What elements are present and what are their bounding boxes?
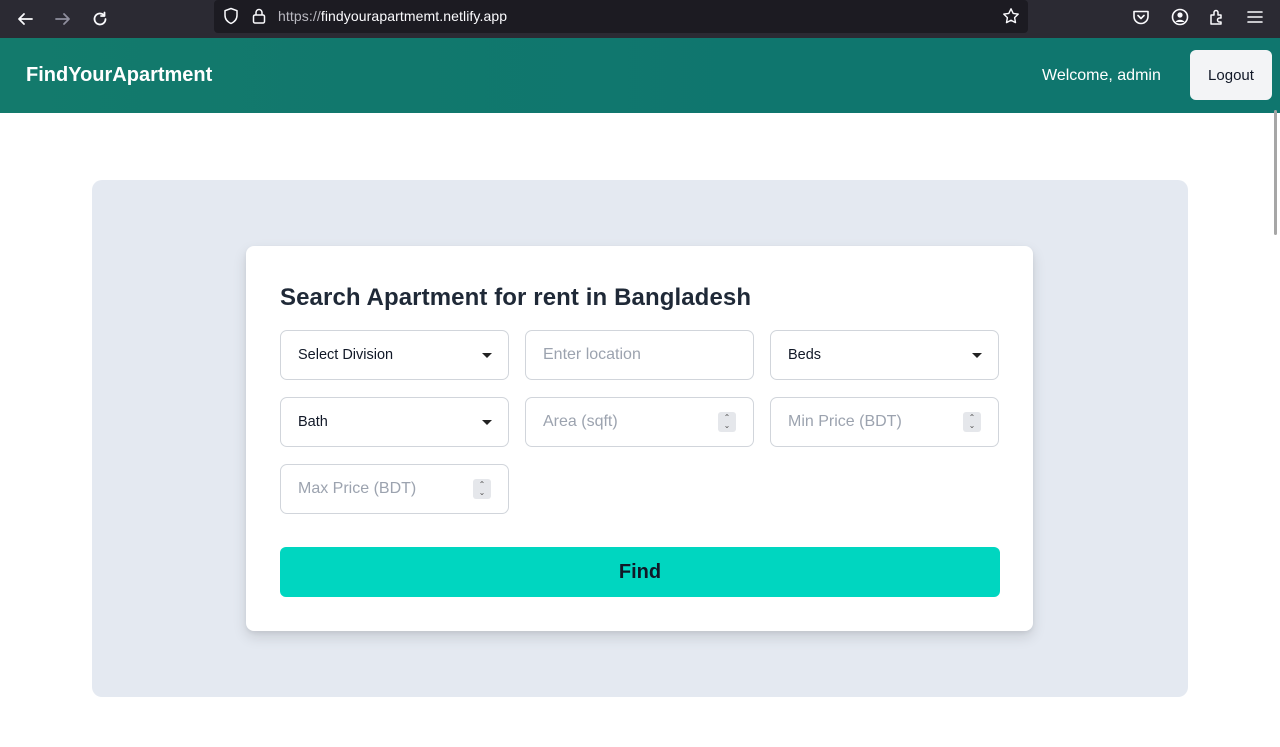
- find-button[interactable]: Find: [280, 547, 1000, 597]
- number-stepper-icon[interactable]: ⌃ ⌄: [963, 412, 981, 432]
- pocket-icon[interactable]: [1131, 7, 1151, 27]
- area-placeholder: Area (sqft): [543, 413, 618, 430]
- max-price-placeholder: Max Price (BDT): [298, 480, 417, 497]
- search-title: Search Apartment for rent in Bangladesh: [280, 284, 752, 311]
- chevron-down-icon: [972, 353, 982, 358]
- search-card: Search Apartment for rent in Bangladesh …: [246, 246, 1033, 631]
- account-icon[interactable]: [1170, 7, 1190, 27]
- url-text[interactable]: https://findyourapartmemt.netlify.app: [278, 8, 507, 24]
- shield-icon[interactable]: [222, 7, 240, 25]
- number-stepper-icon[interactable]: ⌃ ⌄: [473, 479, 491, 499]
- number-stepper-icon[interactable]: ⌃ ⌄: [718, 412, 736, 432]
- beds-select-value: Beds: [788, 347, 822, 363]
- division-select-value: Select Division: [298, 347, 394, 363]
- menu-icon[interactable]: [1245, 7, 1265, 27]
- star-icon[interactable]: [1002, 7, 1020, 25]
- browser-toolbar: https://findyourapartmemt.netlify.app: [0, 0, 1280, 38]
- max-price-input[interactable]: Max Price (BDT) ⌃ ⌄: [280, 464, 509, 514]
- welcome-message: Welcome, admin: [1042, 67, 1161, 84]
- bath-select-value: Bath: [298, 414, 328, 430]
- bath-select[interactable]: Bath: [280, 397, 509, 447]
- url-protocol: https://: [278, 8, 321, 24]
- url-host: findyourapartmemt.netlify.app: [320, 8, 508, 24]
- location-placeholder: Enter location: [543, 346, 641, 363]
- forward-arrow-icon[interactable]: [49, 5, 77, 33]
- min-price-input[interactable]: Min Price (BDT) ⌃ ⌄: [770, 397, 999, 447]
- location-input[interactable]: Enter location: [525, 330, 754, 380]
- brand-logo[interactable]: FindYourApartment: [26, 64, 212, 87]
- app-header: FindYourApartment Welcome, admin Logout: [0, 38, 1280, 113]
- back-arrow-icon[interactable]: [11, 5, 39, 33]
- division-select[interactable]: Select Division: [280, 330, 509, 380]
- logout-button[interactable]: Logout: [1190, 50, 1272, 100]
- extensions-icon[interactable]: [1207, 7, 1227, 27]
- chevron-down-icon: [482, 420, 492, 425]
- area-input[interactable]: Area (sqft) ⌃ ⌄: [525, 397, 754, 447]
- min-price-placeholder: Min Price (BDT): [788, 413, 902, 430]
- beds-select[interactable]: Beds: [770, 330, 999, 380]
- reload-icon[interactable]: [86, 5, 114, 33]
- lock-icon[interactable]: [250, 7, 268, 25]
- address-bar[interactable]: https://findyourapartmemt.netlify.app: [214, 0, 1028, 33]
- page-scrollbar[interactable]: [1274, 110, 1277, 235]
- chevron-down-icon: [482, 353, 492, 358]
